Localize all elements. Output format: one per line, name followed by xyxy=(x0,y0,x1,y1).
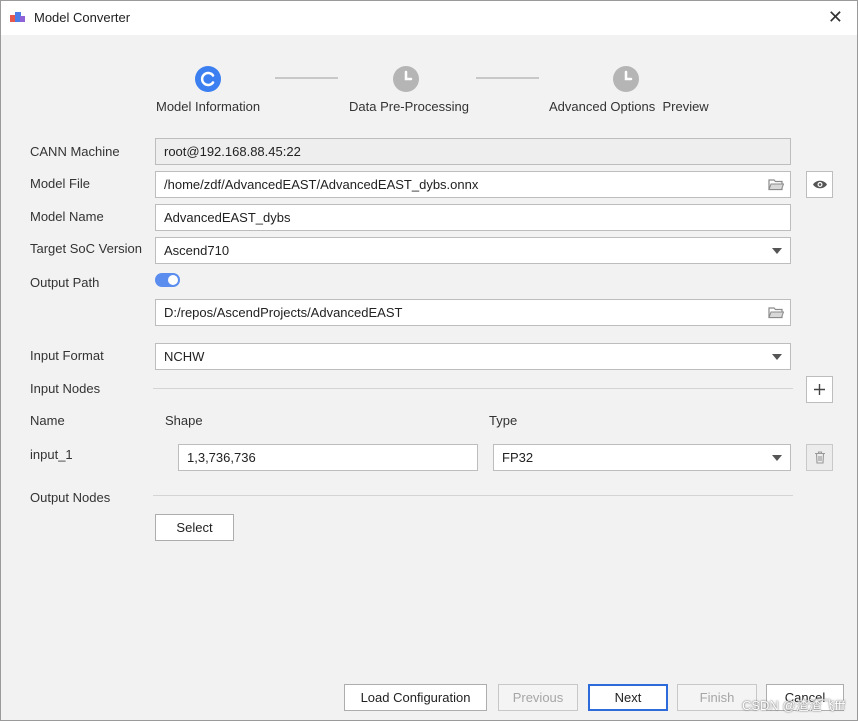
cann-machine-label: CANN Machine xyxy=(30,144,120,159)
folder-icon[interactable] xyxy=(768,306,784,319)
next-button[interactable]: Next xyxy=(588,684,668,711)
input-nodes-divider xyxy=(153,388,793,389)
eye-icon xyxy=(813,180,827,189)
output-path-toggle[interactable] xyxy=(155,273,180,287)
preview-model-button[interactable] xyxy=(806,171,833,198)
toggle-knob xyxy=(168,275,178,285)
step-active-icon xyxy=(195,66,221,92)
chevron-down-icon xyxy=(772,455,782,461)
model-converter-window: Model Converter ✕ Model Information Data… xyxy=(0,0,858,721)
trash-icon xyxy=(815,451,825,464)
load-configuration-button[interactable]: Load Configuration xyxy=(344,684,487,711)
column-header-name: Name xyxy=(30,413,65,428)
target-soc-label: Target SoC Version xyxy=(30,241,143,256)
step-label-advanced-options[interactable]: Advanced Options Preview xyxy=(549,99,709,114)
output-path-input[interactable]: D:/repos/AscendProjects/AdvancedEAST xyxy=(155,299,791,326)
model-name-value: AdvancedEAST_dybs xyxy=(164,210,291,225)
output-path-label: Output Path xyxy=(30,275,100,290)
input-format-label: Input Format xyxy=(30,348,104,363)
input-node-name: input_1 xyxy=(30,447,73,462)
model-file-value: /home/zdf/AdvancedEAST/AdvancedEAST_dybs… xyxy=(164,177,479,192)
app-logo-icon xyxy=(10,12,25,22)
previous-button[interactable]: Previous xyxy=(498,684,578,711)
model-file-input[interactable]: /home/zdf/AdvancedEAST/AdvancedEAST_dybs… xyxy=(155,171,791,198)
input-node-shape-value: 1,3,736,736 xyxy=(187,450,256,465)
add-input-node-button[interactable] xyxy=(806,376,833,403)
clock-icon xyxy=(613,66,639,92)
chevron-down-icon xyxy=(772,354,782,360)
input-node-type-select[interactable]: FP32 xyxy=(493,444,791,471)
chevron-down-icon xyxy=(772,248,782,254)
window-title: Model Converter xyxy=(34,10,131,25)
close-icon[interactable]: ✕ xyxy=(828,7,843,28)
input-node-shape-input[interactable]: 1,3,736,736 xyxy=(178,444,478,471)
column-header-shape: Shape xyxy=(165,413,203,428)
column-header-type: Type xyxy=(489,413,518,428)
delete-input-node-button[interactable] xyxy=(806,444,833,471)
input-node-type-value: FP32 xyxy=(502,450,534,465)
step-connector xyxy=(275,77,338,79)
cann-machine-field: root@192.168.88.45:22 xyxy=(155,138,791,165)
output-nodes-divider xyxy=(153,495,793,496)
clock-icon xyxy=(393,66,419,92)
folder-icon[interactable] xyxy=(768,178,784,191)
input-format-select[interactable]: NCHW xyxy=(155,343,791,370)
select-output-nodes-button[interactable]: Select xyxy=(155,514,234,541)
step-connector xyxy=(476,77,539,79)
model-name-label: Model Name xyxy=(30,209,104,224)
model-file-label: Model File xyxy=(30,176,90,191)
input-format-value: NCHW xyxy=(164,349,205,364)
step-label-model-information[interactable]: Model Information xyxy=(156,99,260,114)
output-nodes-label: Output Nodes xyxy=(30,490,111,505)
target-soc-value: Ascend710 xyxy=(164,243,230,258)
target-soc-select[interactable]: Ascend710 xyxy=(155,237,791,264)
input-nodes-label: Input Nodes xyxy=(30,381,101,396)
model-name-input[interactable]: AdvancedEAST_dybs xyxy=(155,204,791,231)
plus-icon xyxy=(814,384,825,395)
title-bar: Model Converter ✕ xyxy=(1,1,857,35)
output-path-value: D:/repos/AscendProjects/AdvancedEAST xyxy=(164,305,403,320)
csdn-watermark: CSDN @渣渣飞fff xyxy=(741,698,845,713)
step-label-data-pre-processing[interactable]: Data Pre-Processing xyxy=(349,99,469,114)
cann-machine-value: root@192.168.88.45:22 xyxy=(164,144,301,159)
